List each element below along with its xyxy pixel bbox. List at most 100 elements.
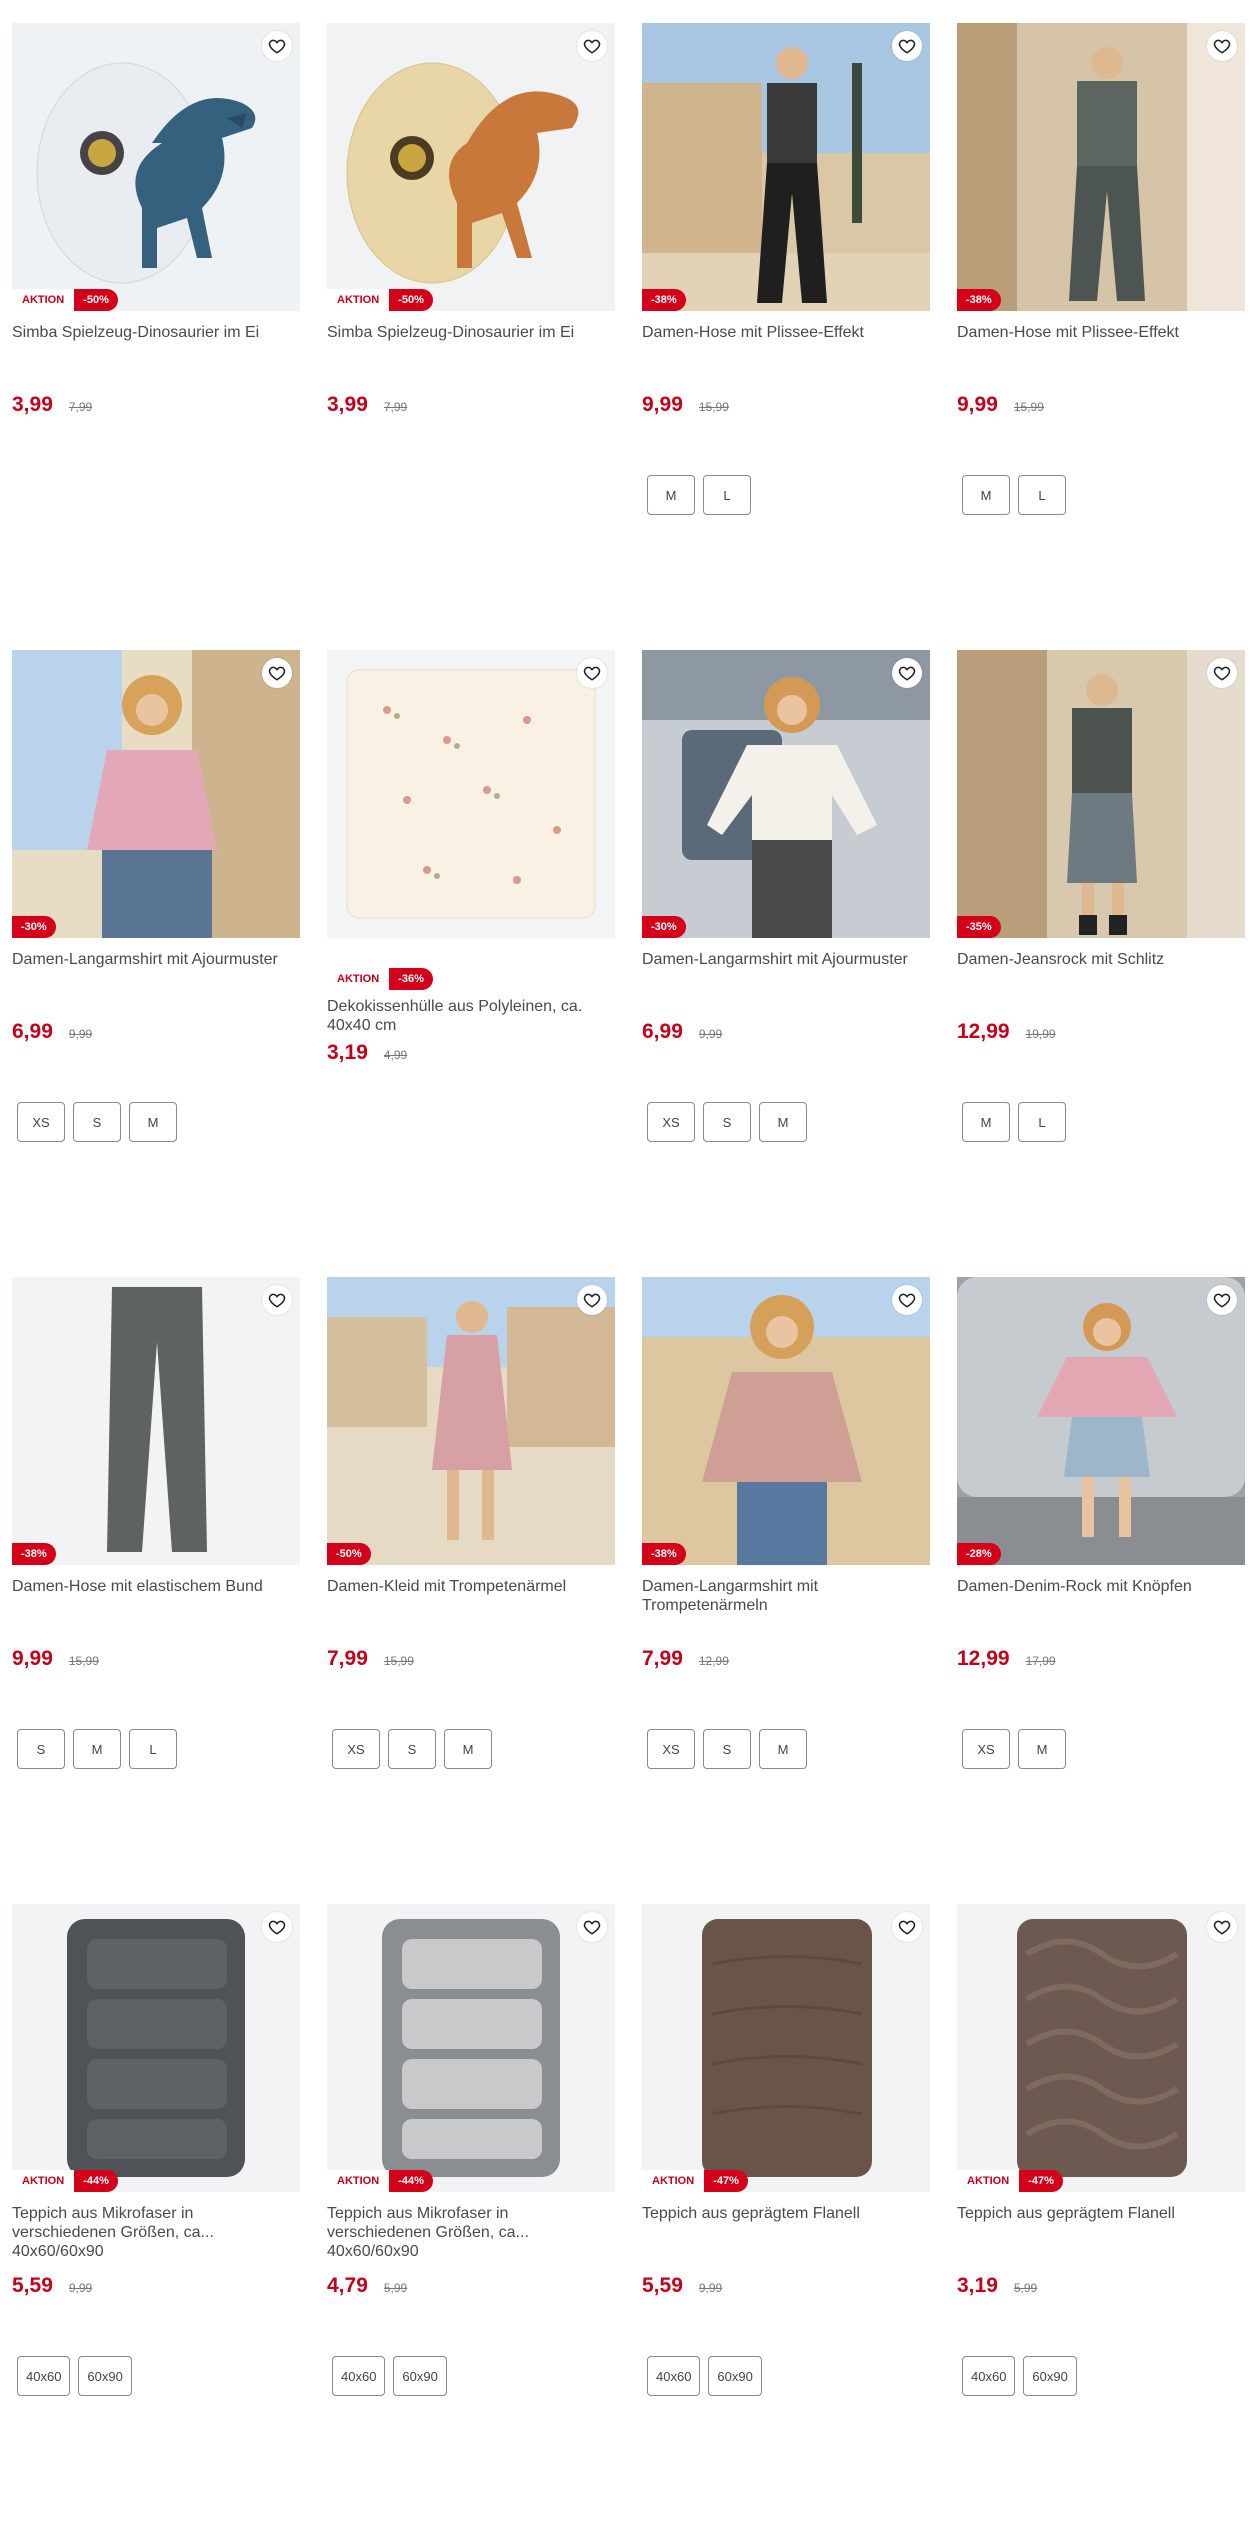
product-title[interactable]: Damen-Hose mit Plissee-Effekt	[642, 323, 930, 387]
favorite-button[interactable]	[1207, 31, 1237, 61]
product-card[interactable]: -38% Damen-Hose mit elastischem Bund 9,99 1…	[12, 1277, 300, 1904]
product-image[interactable]: -35%	[957, 650, 1245, 938]
size-option[interactable]: M	[73, 1729, 121, 1769]
size-option[interactable]: L	[129, 1729, 177, 1769]
size-option[interactable]: 40x60	[962, 2356, 1016, 2396]
size-option[interactable]: 60x90	[393, 2356, 447, 2396]
product-card[interactable]: AKTION -50% Simba Spielzeug-Dinosaurier im…	[327, 23, 615, 650]
product-card[interactable]: -50% Damen-Kleid mit Trompetenärmel 7,99 15…	[327, 1277, 615, 1904]
product-title[interactable]: Teppich aus Mikrofaser in verschiedenen …	[327, 2204, 615, 2268]
product-image[interactable]: -38%	[957, 23, 1245, 311]
product-title[interactable]: Simba Spielzeug-Dinosaurier im Ei	[327, 323, 615, 387]
size-option[interactable]: XS	[647, 1102, 695, 1142]
product-title[interactable]: Damen-Denim-Rock mit Knöpfen	[957, 1577, 1245, 1641]
product-card[interactable]: -38% Damen-Hose mit Plissee-Effekt 9,99 15,…	[957, 23, 1245, 650]
price-row: 3,99 7,99	[327, 393, 615, 417]
price-row: 9,99 15,99	[957, 393, 1245, 417]
product-title[interactable]: Damen-Langarmshirt mit Trompetenärmeln	[642, 1577, 930, 1641]
size-option[interactable]: S	[388, 1729, 436, 1769]
product-image[interactable]: AKTION -47%	[957, 1904, 1245, 2192]
size-option[interactable]: XS	[17, 1102, 65, 1142]
favorite-button[interactable]	[892, 31, 922, 61]
product-title[interactable]: Damen-Kleid mit Trompetenärmel	[327, 1577, 615, 1641]
size-option[interactable]: S	[17, 1729, 65, 1769]
product-image[interactable]: -38%	[642, 23, 930, 311]
favorite-button[interactable]	[577, 31, 607, 61]
favorite-button[interactable]	[262, 1285, 292, 1315]
product-card[interactable]: -30% Damen-Langarmshirt mit Ajourmuster 6,…	[12, 650, 300, 1277]
favorite-button[interactable]	[892, 1285, 922, 1315]
size-option[interactable]: L	[703, 475, 751, 515]
size-option[interactable]: 40x60	[332, 2356, 386, 2396]
favorite-button[interactable]	[262, 1912, 292, 1942]
product-card[interactable]: AKTION -47% Teppich aus geprägtem Flanell 5…	[642, 1904, 930, 2531]
product-image[interactable]: -38%	[642, 1277, 930, 1565]
product-image[interactable]: -50%	[327, 1277, 615, 1565]
size-option[interactable]: M	[647, 475, 695, 515]
product-image[interactable]: AKTION -50%	[327, 23, 615, 311]
product-image[interactable]: -30%	[642, 650, 930, 938]
product-title[interactable]: Damen-Hose mit elastischem Bund	[12, 1577, 300, 1641]
product-image[interactable]: AKTION -47%	[642, 1904, 930, 2192]
product-card[interactable]: AKTION -44% Teppich aus Mikrofaser in vers…	[12, 1904, 300, 2531]
product-image[interactable]: AKTION -44%	[327, 1904, 615, 2192]
size-option[interactable]: M	[444, 1729, 492, 1769]
product-card[interactable]: -38% Damen-Hose mit Plissee-Effekt 9,99 15,…	[642, 23, 930, 650]
size-option[interactable]: S	[703, 1102, 751, 1142]
product-card[interactable]: -28% Damen-Denim-Rock mit Knöpfen 12,99 17,…	[957, 1277, 1245, 1904]
size-option[interactable]: XS	[332, 1729, 380, 1769]
size-option[interactable]: XS	[962, 1729, 1010, 1769]
size-option[interactable]: M	[962, 1102, 1010, 1142]
size-option[interactable]: M	[759, 1102, 807, 1142]
aktion-badge: AKTION	[327, 289, 390, 311]
favorite-button[interactable]	[1207, 1285, 1237, 1315]
size-option[interactable]: 40x60	[17, 2356, 71, 2396]
product-image[interactable]	[327, 650, 615, 938]
favorite-button[interactable]	[1207, 1912, 1237, 1942]
product-card[interactable]: AKTION -47% Teppich aus geprägtem Flanell 3…	[957, 1904, 1245, 2531]
size-option[interactable]: M	[962, 475, 1010, 515]
favorite-button[interactable]	[892, 1912, 922, 1942]
favorite-button[interactable]	[577, 1285, 607, 1315]
product-title[interactable]: Teppich aus geprägtem Flanell	[957, 2204, 1245, 2268]
size-option[interactable]: 60x90	[78, 2356, 132, 2396]
product-card[interactable]: -35% Damen-Jeansrock mit Schlitz 12,99 19,9…	[957, 650, 1245, 1277]
size-option[interactable]: L	[1018, 1102, 1066, 1142]
favorite-button[interactable]	[1207, 658, 1237, 688]
size-option[interactable]: M	[129, 1102, 177, 1142]
favorite-button[interactable]	[892, 658, 922, 688]
product-title[interactable]: Teppich aus Mikrofaser in verschiedenen …	[12, 2204, 300, 2268]
size-option[interactable]: S	[73, 1102, 121, 1142]
old-price: 15,99	[1013, 400, 1044, 414]
favorite-button[interactable]	[262, 31, 292, 61]
favorite-button[interactable]	[577, 1912, 607, 1942]
product-card[interactable]: AKTION -36% Dekokissenhülle aus Polyleinen…	[327, 650, 615, 1277]
product-title[interactable]: Simba Spielzeug-Dinosaurier im Ei	[12, 323, 300, 387]
size-option[interactable]: L	[1018, 475, 1066, 515]
size-option[interactable]: M	[759, 1729, 807, 1769]
product-title[interactable]: Damen-Jeansrock mit Schlitz	[957, 950, 1245, 1014]
size-option[interactable]: S	[703, 1729, 751, 1769]
product-image[interactable]: AKTION -44%	[12, 1904, 300, 2192]
product-card[interactable]: AKTION -50% Simba Spielzeug-Dinosaurier im…	[12, 23, 300, 650]
product-image[interactable]: AKTION -50%	[12, 23, 300, 311]
product-image[interactable]: -38%	[12, 1277, 300, 1565]
product-title[interactable]: Damen-Langarmshirt mit Ajourmuster	[12, 950, 300, 1014]
product-title[interactable]: Teppich aus geprägtem Flanell	[642, 2204, 930, 2268]
product-image[interactable]: -30%	[12, 650, 300, 938]
size-option[interactable]: XS	[647, 1729, 695, 1769]
favorite-button[interactable]	[577, 658, 607, 688]
size-option[interactable]: 60x90	[708, 2356, 762, 2396]
product-title[interactable]: Damen-Langarmshirt mit Ajourmuster	[642, 950, 930, 1014]
size-option[interactable]: 40x60	[647, 2356, 701, 2396]
product-title[interactable]: Damen-Hose mit Plissee-Effekt	[957, 323, 1245, 387]
size-option[interactable]: M	[1018, 1729, 1066, 1769]
product-title[interactable]: Dekokissenhülle aus Polyleinen, ca. 40x4…	[327, 997, 615, 1035]
product-card[interactable]: -30% Damen-Langarmshirt mit Ajourmuster 6,…	[642, 650, 930, 1277]
product-card[interactable]: -38% Damen-Langarmshirt mit Trompetenärme…	[642, 1277, 930, 1904]
favorite-button[interactable]	[262, 658, 292, 688]
size-option[interactable]: 60x90	[1023, 2356, 1077, 2396]
product-image[interactable]: -28%	[957, 1277, 1245, 1565]
size-options: 40x60 60x90	[962, 2356, 1245, 2396]
product-card[interactable]: AKTION -44% Teppich aus Mikrofaser in vers…	[327, 1904, 615, 2531]
